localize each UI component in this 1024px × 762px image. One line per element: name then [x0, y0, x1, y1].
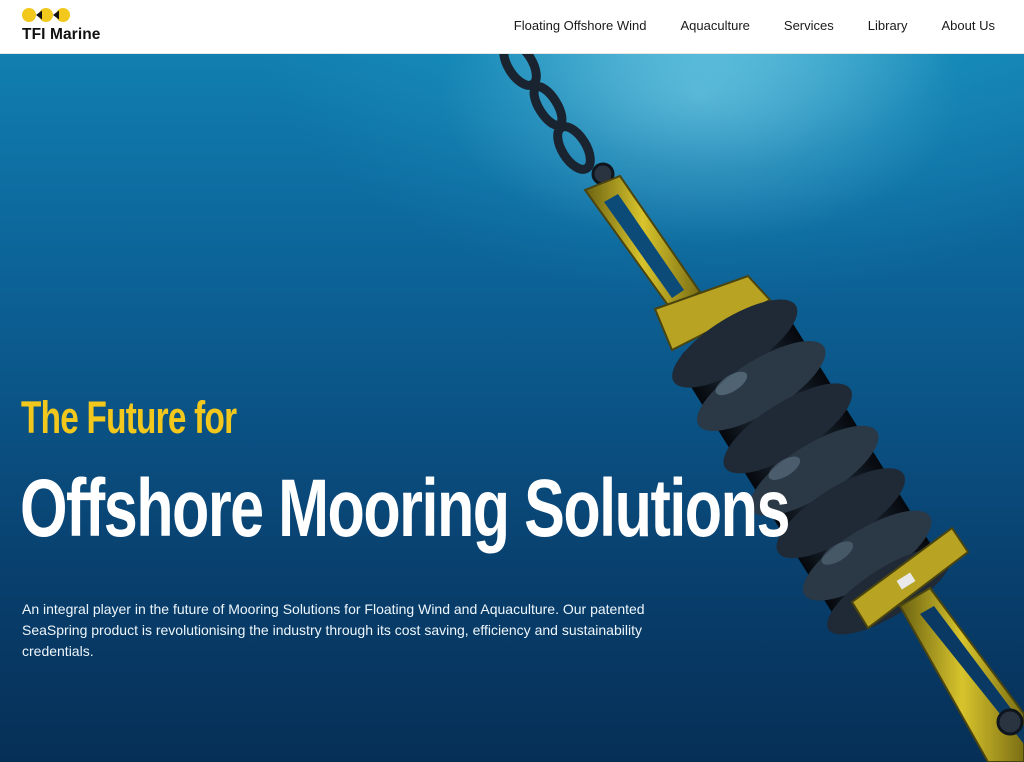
hero-section: The Future for Offshore Mooring Solution…	[0, 54, 1024, 762]
nav-library[interactable]: Library	[868, 18, 908, 33]
logo-mark-icon	[22, 8, 70, 22]
hero-eyebrow: The Future for	[21, 392, 237, 443]
hero-description: An integral player in the future of Moor…	[22, 601, 645, 659]
nav-services[interactable]: Services	[784, 18, 834, 33]
nav-aquaculture[interactable]: Aquaculture	[681, 18, 750, 33]
nav-floating-offshore-wind[interactable]: Floating Offshore Wind	[514, 18, 647, 33]
hero-title: Offshore Mooring Solutions	[20, 463, 790, 554]
site-header: TFI Marine Floating Offshore Wind Aquacu…	[0, 0, 1024, 54]
nav-about-us[interactable]: About Us	[942, 18, 995, 33]
page: TFI Marine Floating Offshore Wind Aquacu…	[0, 0, 1024, 762]
logo-wordmark: TFI Marine	[22, 26, 101, 43]
tfi-marine-logo[interactable]: TFI Marine	[22, 6, 122, 46]
main-nav: Floating Offshore Wind Aquaculture Servi…	[514, 0, 995, 50]
